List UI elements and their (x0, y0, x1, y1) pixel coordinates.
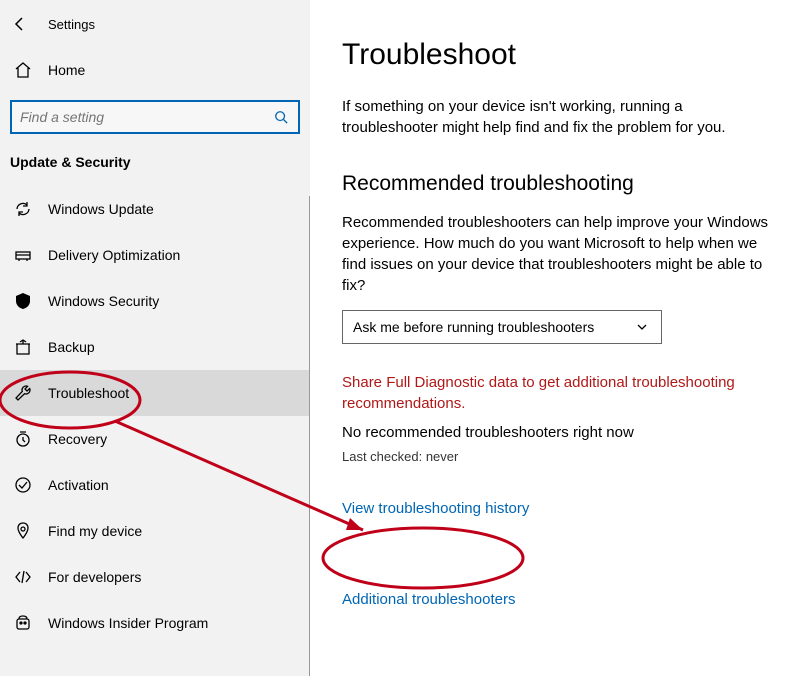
sidebar-item-label: Delivery Optimization (48, 247, 180, 263)
home-icon (14, 61, 32, 79)
sidebar-item-windows-security[interactable]: Windows Security (0, 278, 310, 324)
backup-icon (14, 338, 32, 356)
sidebar: Settings Home Update & Security Windows … (0, 0, 310, 676)
sidebar-item-troubleshoot[interactable]: Troubleshoot (0, 370, 310, 416)
category-title: Update & Security (0, 134, 310, 186)
recommended-text: Recommended troubleshooters can help imp… (342, 212, 772, 296)
view-history-link[interactable]: View troubleshooting history (342, 500, 529, 517)
intro-text: If something on your device isn't workin… (342, 96, 772, 138)
code-icon (14, 568, 32, 586)
main-content: Troubleshoot If something on your device… (310, 0, 809, 676)
no-troubleshooters-text: No recommended troubleshooters right now (342, 424, 789, 441)
check-circle-icon (14, 476, 32, 494)
sidebar-item-label: Windows Update (48, 201, 154, 217)
sync-icon (14, 200, 32, 218)
sidebar-item-label: Find my device (48, 523, 142, 539)
sidebar-item-label: Windows Security (48, 293, 159, 309)
sidebar-item-label: Recovery (48, 431, 107, 447)
insider-icon (14, 614, 32, 632)
additional-troubleshooters-link[interactable]: Additional troubleshooters (342, 591, 515, 608)
sidebar-item-label: Home (48, 62, 85, 78)
recovery-icon (14, 430, 32, 448)
troubleshoot-preference-dropdown[interactable]: Ask me before running troubleshooters (342, 310, 662, 344)
sidebar-item-home[interactable]: Home (0, 50, 310, 90)
sidebar-item-insider[interactable]: Windows Insider Program (0, 600, 310, 646)
last-checked-text: Last checked: never (342, 449, 789, 464)
sidebar-item-label: Backup (48, 339, 95, 355)
dropdown-value: Ask me before running troubleshooters (353, 319, 594, 335)
sidebar-item-windows-update[interactable]: Windows Update (0, 186, 310, 232)
search-input-container[interactable] (10, 100, 300, 134)
sidebar-item-activation[interactable]: Activation (0, 462, 310, 508)
title-bar: Settings (0, 4, 310, 44)
sidebar-item-for-developers[interactable]: For developers (0, 554, 310, 600)
sidebar-item-label: Windows Insider Program (48, 615, 208, 631)
page-title: Troubleshoot (342, 38, 789, 72)
shield-icon (14, 292, 32, 310)
sidebar-item-find-my-device[interactable]: Find my device (0, 508, 310, 554)
sidebar-item-delivery-optimization[interactable]: Delivery Optimization (0, 232, 310, 278)
sidebar-item-backup[interactable]: Backup (0, 324, 310, 370)
chevron-down-icon (633, 318, 651, 336)
sidebar-item-label: For developers (48, 569, 141, 585)
search-icon (272, 108, 290, 126)
arrow-left-icon (11, 15, 29, 33)
section-title: Recommended troubleshooting (342, 172, 789, 196)
wrench-icon (14, 384, 32, 402)
search-input[interactable] (20, 109, 272, 125)
sidebar-item-recovery[interactable]: Recovery (0, 416, 310, 462)
location-icon (14, 522, 32, 540)
delivery-icon (14, 246, 32, 264)
diagnostic-warning: Share Full Diagnostic data to get additi… (342, 372, 772, 414)
back-button[interactable] (10, 14, 30, 34)
sidebar-item-label: Activation (48, 477, 109, 493)
window-title: Settings (48, 17, 95, 32)
sidebar-item-label: Troubleshoot (48, 385, 129, 401)
